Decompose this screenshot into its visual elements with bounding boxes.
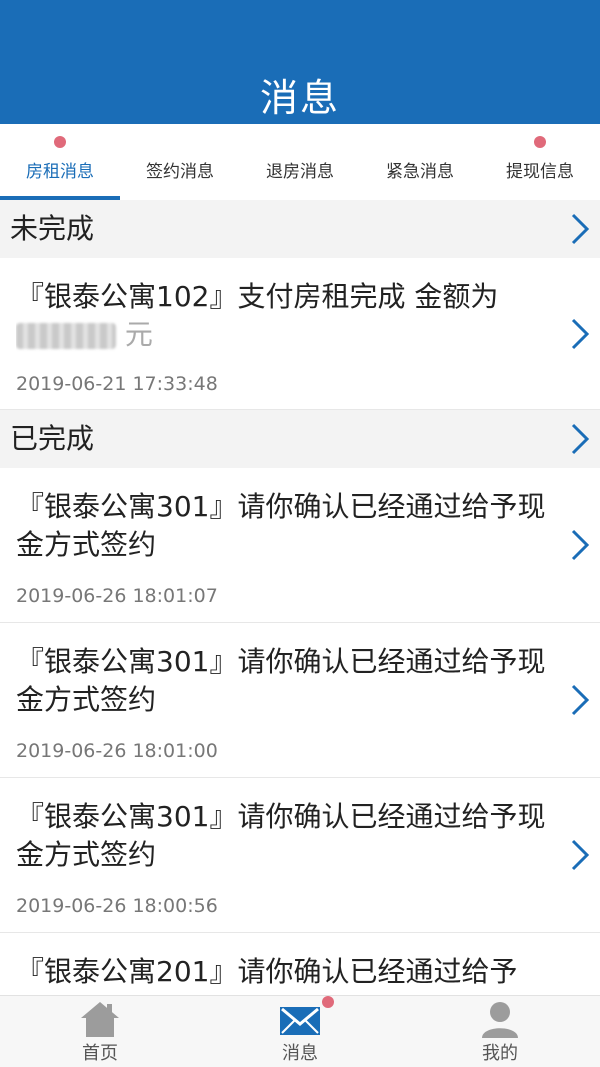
message-text-line1: 『银泰公寓102』支付房租完成 金额为 bbox=[16, 280, 499, 313]
list-item[interactable]: 『银泰公寓301』请你确认已经通过给予现金方式签约 2019-06-26 18:… bbox=[0, 778, 600, 933]
chevron-right-icon bbox=[570, 212, 590, 246]
page-title: 消息 bbox=[259, 76, 340, 120]
section-complete[interactable]: 已完成 bbox=[0, 410, 600, 468]
app-header: 消息 bbox=[0, 0, 600, 124]
message-time: 2019-06-26 18:01:00 bbox=[16, 740, 218, 762]
section-title: 已完成 bbox=[10, 422, 95, 455]
tab-checkout-messages[interactable]: 退房消息 bbox=[240, 124, 360, 200]
message-time: 2019-06-26 18:01:07 bbox=[16, 585, 218, 607]
message-time: 2019-06-21 17:33:48 bbox=[16, 373, 218, 395]
section-title: 未完成 bbox=[10, 212, 95, 245]
chevron-right-icon bbox=[570, 422, 590, 456]
message-text: 『银泰公寓301』请你确认已经通过给予现金方式签约 bbox=[16, 800, 546, 871]
section-incomplete[interactable]: 未完成 bbox=[0, 200, 600, 258]
list-item[interactable]: 『银泰公寓301』请你确认已经通过给予现金方式签约 2019-06-26 18:… bbox=[0, 468, 600, 623]
message-text: 『银泰公寓102』支付房租完成 金额为 元 bbox=[16, 278, 564, 354]
tab-label: 签约消息 bbox=[146, 162, 214, 182]
tab-rent-messages[interactable]: 房租消息 bbox=[0, 124, 120, 200]
tabbar-messages[interactable]: 消息 bbox=[200, 996, 400, 1067]
blurred-amount bbox=[16, 323, 116, 349]
tabbar-label: 消息 bbox=[282, 1043, 318, 1064]
bottom-tab-bar: 首页 消息 我的 bbox=[0, 995, 600, 1067]
message-list: 未完成 『银泰公寓102』支付房租完成 金额为 元 2019-06-21 17:… bbox=[0, 200, 600, 1067]
message-text: 『银泰公寓301』请你确认已经通过给予现金方式签约 bbox=[16, 490, 546, 561]
unread-dot bbox=[54, 136, 66, 148]
tab-withdraw-info[interactable]: 提现信息 bbox=[480, 124, 600, 200]
message-time: 2019-06-26 18:00:56 bbox=[16, 895, 218, 917]
tab-contract-messages[interactable]: 签约消息 bbox=[120, 124, 240, 200]
tab-label: 退房消息 bbox=[266, 162, 334, 182]
tabbar-home[interactable]: 首页 bbox=[0, 996, 200, 1067]
message-tabs: 房租消息 签约消息 退房消息 紧急消息 提现信息 bbox=[0, 124, 600, 200]
tabbar-label: 首页 bbox=[82, 1043, 118, 1064]
tab-urgent-messages[interactable]: 紧急消息 bbox=[360, 124, 480, 200]
tab-label: 提现信息 bbox=[506, 162, 574, 182]
list-item[interactable]: 『银泰公寓301』请你确认已经通过给予现金方式签约 2019-06-26 18:… bbox=[0, 623, 600, 778]
unread-dot bbox=[322, 996, 334, 1008]
chevron-right-icon bbox=[570, 838, 590, 872]
tabbar-label: 我的 bbox=[482, 1043, 518, 1064]
chevron-right-icon bbox=[570, 528, 590, 562]
chevron-right-icon bbox=[570, 683, 590, 717]
unread-dot bbox=[534, 136, 546, 148]
message-text: 『银泰公寓301』请你确认已经通过给予现金方式签约 bbox=[16, 645, 546, 716]
list-item[interactable]: 『银泰公寓102』支付房租完成 金额为 元 2019-06-21 17:33:4… bbox=[0, 258, 600, 410]
home-icon bbox=[78, 1000, 122, 1040]
mail-icon bbox=[278, 1000, 322, 1040]
tabbar-mine[interactable]: 我的 bbox=[400, 996, 600, 1067]
chevron-right-icon bbox=[570, 317, 590, 351]
tab-label: 房租消息 bbox=[26, 162, 94, 182]
user-icon bbox=[478, 1000, 522, 1040]
message-text-line2: 元 bbox=[124, 318, 153, 351]
message-text: 『银泰公寓201』请你确认已经通过给予 bbox=[16, 955, 518, 988]
tab-label: 紧急消息 bbox=[386, 162, 454, 182]
